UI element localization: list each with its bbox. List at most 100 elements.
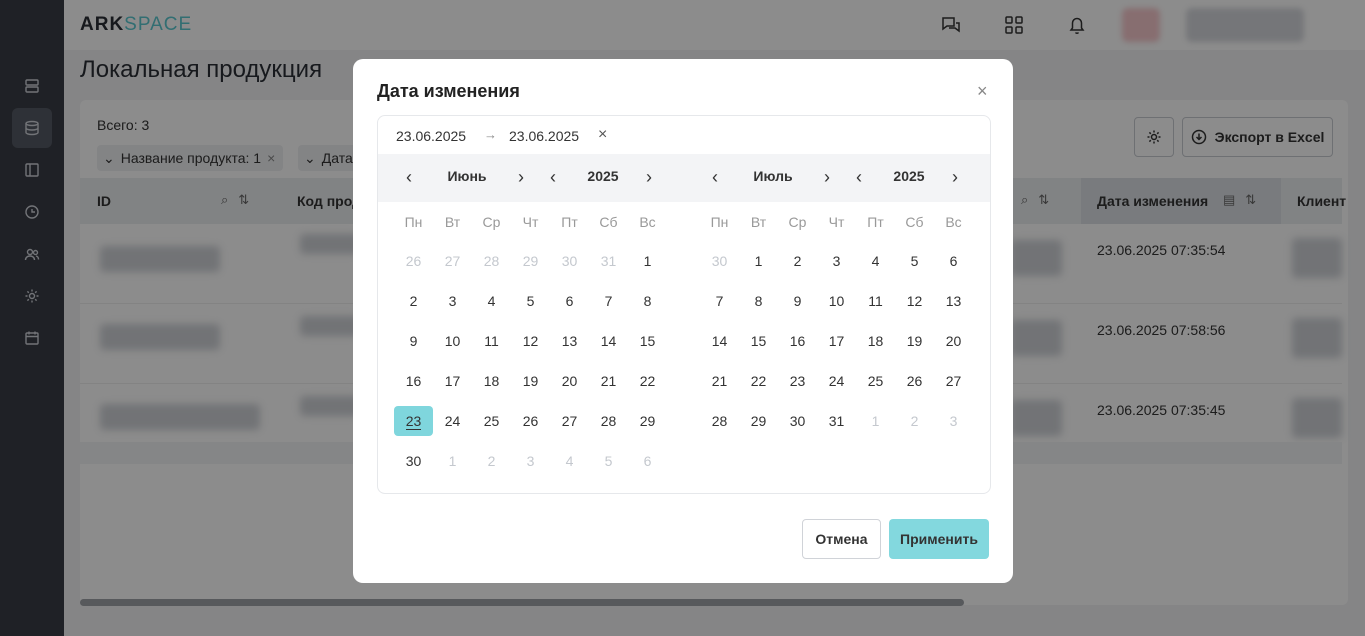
day-cell[interactable]: 24 [433, 406, 472, 436]
day-cell[interactable]: 31 [589, 246, 628, 276]
day-cell[interactable]: 2 [895, 406, 934, 436]
day-cell[interactable]: 4 [550, 446, 589, 476]
day-cell[interactable]: 2 [472, 446, 511, 476]
day-cell[interactable]: 5 [511, 286, 550, 316]
weekday-label: Вт [750, 214, 767, 230]
day-cell[interactable]: 24 [817, 366, 856, 396]
cancel-button[interactable]: Отмена [802, 519, 881, 559]
day-cell[interactable]: 22 [628, 366, 667, 396]
day-cell[interactable]: 9 [778, 286, 817, 316]
day-cell[interactable]: 11 [856, 286, 895, 316]
day-cell[interactable]: 3 [511, 446, 550, 476]
close-icon[interactable]: × [977, 82, 988, 100]
day-cell[interactable]: 16 [394, 366, 433, 396]
day-cell[interactable]: 1 [739, 246, 778, 276]
day-cell[interactable]: 17 [433, 366, 472, 396]
day-cell[interactable]: 25 [856, 366, 895, 396]
day-cell[interactable]: 29 [739, 406, 778, 436]
day-cell[interactable]: 9 [394, 326, 433, 356]
day-cell[interactable]: 15 [628, 326, 667, 356]
day-cell[interactable]: 21 [589, 366, 628, 396]
range-input[interactable]: 23.06.2025 → 23.06.2025 × [378, 116, 990, 154]
day-cell[interactable]: 28 [472, 246, 511, 276]
day-cell[interactable]: 10 [817, 286, 856, 316]
day-cell[interactable]: 14 [589, 326, 628, 356]
day-cell[interactable]: 30 [394, 446, 433, 476]
day-cell[interactable]: 16 [778, 326, 817, 356]
day-cell[interactable]: 21 [700, 366, 739, 396]
day-cell[interactable]: 10 [433, 326, 472, 356]
day-cell[interactable]: 1 [433, 446, 472, 476]
day-cell[interactable]: 27 [934, 366, 973, 396]
day-cell[interactable]: 4 [856, 246, 895, 276]
prev-month-icon[interactable]: ‹ [712, 168, 718, 186]
next-month-icon[interactable]: › [518, 168, 524, 186]
day-cell[interactable]: 18 [472, 366, 511, 396]
day-cell[interactable]: 30 [700, 246, 739, 276]
next-year-icon[interactable]: › [952, 168, 958, 186]
month-select-left[interactable]: Июнь [437, 168, 497, 184]
day-cell[interactable]: 30 [550, 246, 589, 276]
day-cell[interactable]: 5 [895, 246, 934, 276]
day-cell[interactable]: 7 [589, 286, 628, 316]
day-cell[interactable]: 2 [394, 286, 433, 316]
arrow-right-icon: → [484, 127, 497, 142]
prev-year-icon[interactable]: ‹ [856, 168, 862, 186]
day-cell[interactable]: 27 [550, 406, 589, 436]
day-cell[interactable]: 3 [934, 406, 973, 436]
next-year-icon[interactable]: › [646, 168, 652, 186]
day-cell[interactable]: 20 [934, 326, 973, 356]
day-cell[interactable]: 5 [589, 446, 628, 476]
day-cell[interactable]: 6 [628, 446, 667, 476]
day-cell[interactable]: 20 [550, 366, 589, 396]
day-cell[interactable]: 27 [433, 246, 472, 276]
day-cell[interactable]: 23 [778, 366, 817, 396]
day-cell[interactable]: 13 [550, 326, 589, 356]
next-month-icon[interactable]: › [824, 168, 830, 186]
weekday-label: Пн [404, 214, 423, 230]
day-cell[interactable]: 30 [778, 406, 817, 436]
day-cell[interactable]: 19 [511, 366, 550, 396]
day-cell[interactable]: 17 [817, 326, 856, 356]
day-cell[interactable]: 12 [895, 286, 934, 316]
apply-button[interactable]: Применить [889, 519, 989, 559]
year-select-left[interactable]: 2025 [573, 168, 633, 184]
day-cell[interactable]: 18 [856, 326, 895, 356]
day-cell[interactable]: 31 [817, 406, 856, 436]
day-cell[interactable]: 1 [628, 246, 667, 276]
day-cell[interactable]: 28 [700, 406, 739, 436]
day-cell[interactable]: 4 [472, 286, 511, 316]
day-cell[interactable]: 29 [628, 406, 667, 436]
prev-month-icon[interactable]: ‹ [406, 168, 412, 186]
day-cell[interactable]: 26 [511, 406, 550, 436]
day-cell[interactable]: 22 [739, 366, 778, 396]
month-select-right[interactable]: Июль [743, 168, 803, 184]
calendar-header: ‹ Июнь › ‹ 2025 › ‹ Июль › ‹ 2025 › [378, 154, 990, 202]
clear-icon[interactable]: × [598, 126, 607, 144]
range-start-input[interactable]: 23.06.2025 [396, 128, 466, 144]
day-cell[interactable]: 14 [700, 326, 739, 356]
day-cell[interactable]: 3 [817, 246, 856, 276]
day-cell[interactable]: 25 [472, 406, 511, 436]
day-cell[interactable]: 6 [934, 246, 973, 276]
day-cell[interactable]: 1 [856, 406, 895, 436]
day-cell[interactable]: 19 [895, 326, 934, 356]
day-cell[interactable]: 6 [550, 286, 589, 316]
range-end-input[interactable]: 23.06.2025 [509, 128, 579, 144]
day-cell[interactable]: 26 [895, 366, 934, 396]
day-cell[interactable]: 15 [739, 326, 778, 356]
day-cell[interactable]: 13 [934, 286, 973, 316]
day-cell[interactable]: 12 [511, 326, 550, 356]
year-select-right[interactable]: 2025 [879, 168, 939, 184]
day-cell[interactable]: 28 [589, 406, 628, 436]
prev-year-icon[interactable]: ‹ [550, 168, 556, 186]
day-cell[interactable]: 8 [739, 286, 778, 316]
day-cell[interactable]: 29 [511, 246, 550, 276]
day-cell[interactable]: 2 [778, 246, 817, 276]
day-cell[interactable]: 8 [628, 286, 667, 316]
day-cell[interactable]: 11 [472, 326, 511, 356]
day-cell[interactable]: 7 [700, 286, 739, 316]
day-cell-selected[interactable]: 23 [394, 406, 433, 436]
day-cell[interactable]: 26 [394, 246, 433, 276]
day-cell[interactable]: 3 [433, 286, 472, 316]
